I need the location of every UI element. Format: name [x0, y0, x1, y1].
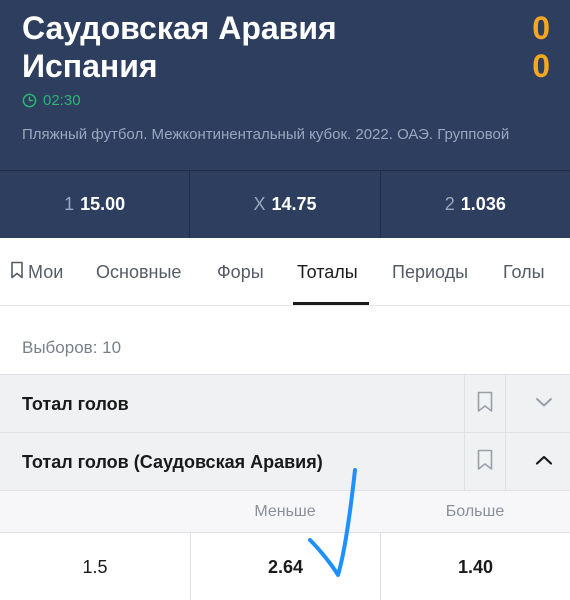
- odd-home-win[interactable]: 1 15.00: [0, 171, 191, 238]
- selections-count: Выборов: 10: [22, 338, 122, 357]
- tab-label: Мои: [28, 261, 64, 282]
- bookmark-icon: [476, 449, 494, 476]
- odd-value: 1.036: [460, 194, 506, 214]
- odd-value: 14.75: [271, 194, 317, 214]
- team-home-name: Саудовская Аравия: [22, 10, 337, 46]
- odd-label: 2: [444, 194, 455, 214]
- score-home: 0: [532, 10, 550, 46]
- tab-totals[interactable]: Тоталы: [297, 238, 358, 306]
- clock-icon: [22, 93, 37, 108]
- match-header: Саудовская Аравия 0 Испания 0 02:30 Пляж…: [0, 0, 570, 170]
- match-time: 02:30: [43, 92, 81, 109]
- bookmark-icon: [10, 261, 24, 284]
- active-tab-indicator: [293, 302, 369, 305]
- market-title: Тотал голов: [22, 393, 129, 414]
- odd-label: X: [253, 194, 266, 214]
- total-line: 1.5: [82, 556, 108, 577]
- odd-away-win[interactable]: 2 1.036: [381, 171, 570, 238]
- bookmark-button[interactable]: [464, 433, 506, 491]
- market-title: Тотал голов (Саудовская Аравия): [22, 451, 323, 472]
- odd-under[interactable]: 2.64: [190, 533, 380, 600]
- market-total-goals-team[interactable]: Тотал голов (Саудовская Аравия): [0, 432, 570, 491]
- tab-periods[interactable]: Периоды: [392, 238, 468, 306]
- match-timer: 02:30: [22, 92, 81, 109]
- bookmark-icon: [476, 391, 494, 418]
- market-tabs: Мои Основные Форы Тоталы Периоды Голы: [0, 238, 570, 306]
- chevron-up-icon: [535, 453, 553, 471]
- column-over: Больше: [445, 503, 505, 520]
- collapse-button[interactable]: [524, 433, 564, 491]
- odd-label: 1: [64, 194, 75, 214]
- tab-goals[interactable]: Голы: [503, 238, 545, 306]
- main-odds-bar: 1 15.00 X 14.75 2 1.036: [0, 170, 570, 238]
- score-away: 0: [532, 48, 550, 84]
- tab-main[interactable]: Основные: [96, 238, 181, 306]
- tournament-name: Пляжный футбол. Межконтинентальный кубок…: [22, 126, 510, 143]
- market-total-goals[interactable]: Тотал голов: [0, 374, 570, 433]
- tab-my[interactable]: Мои: [10, 238, 63, 306]
- odd-draw[interactable]: X 14.75: [190, 171, 381, 238]
- market-row: 1.5 2.64 1.40: [0, 532, 570, 600]
- market-column-headers: Меньше Больше: [0, 490, 570, 532]
- column-under: Меньше: [254, 503, 316, 520]
- tab-handicaps[interactable]: Форы: [217, 238, 264, 306]
- expand-button[interactable]: [524, 375, 564, 433]
- odd-value: 15.00: [80, 194, 126, 214]
- team-away-name: Испания: [22, 48, 158, 84]
- odd-over[interactable]: 1.40: [380, 533, 570, 600]
- bookmark-button[interactable]: [464, 375, 506, 433]
- chevron-down-icon: [535, 395, 553, 413]
